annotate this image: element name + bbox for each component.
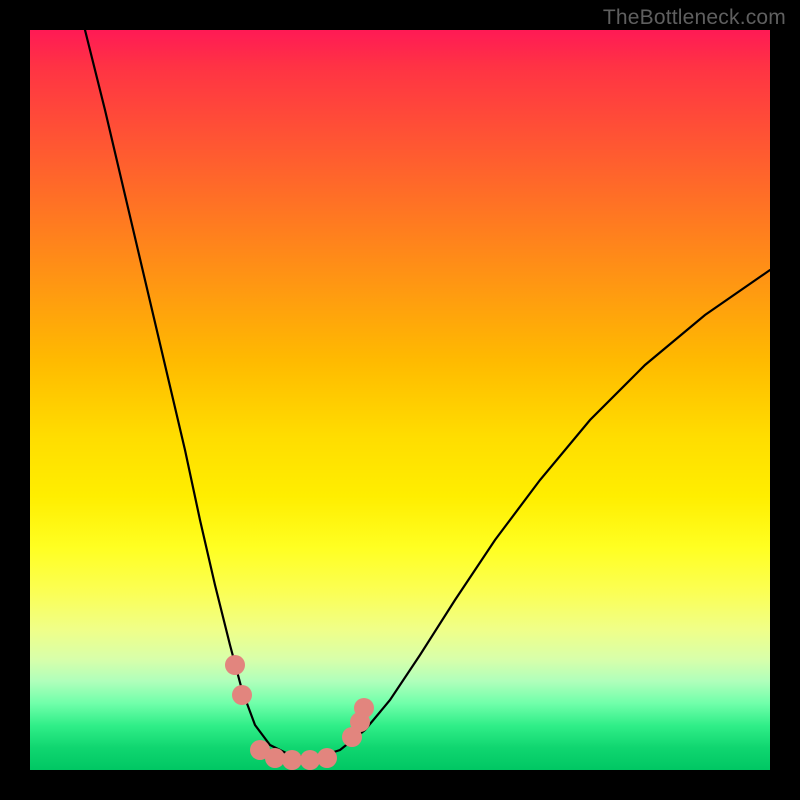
highlight-dot xyxy=(282,750,302,770)
highlight-dot xyxy=(265,748,285,768)
watermark-text: TheBottleneck.com xyxy=(603,6,786,30)
highlight-dot xyxy=(300,750,320,770)
highlight-dot xyxy=(354,698,374,718)
main-curve xyxy=(85,30,770,758)
chart-container xyxy=(30,30,770,770)
highlight-dot xyxy=(232,685,252,705)
highlight-dot xyxy=(225,655,245,675)
highlight-dot xyxy=(317,748,337,768)
curve-layer xyxy=(30,30,770,770)
highlight-markers xyxy=(225,655,374,770)
